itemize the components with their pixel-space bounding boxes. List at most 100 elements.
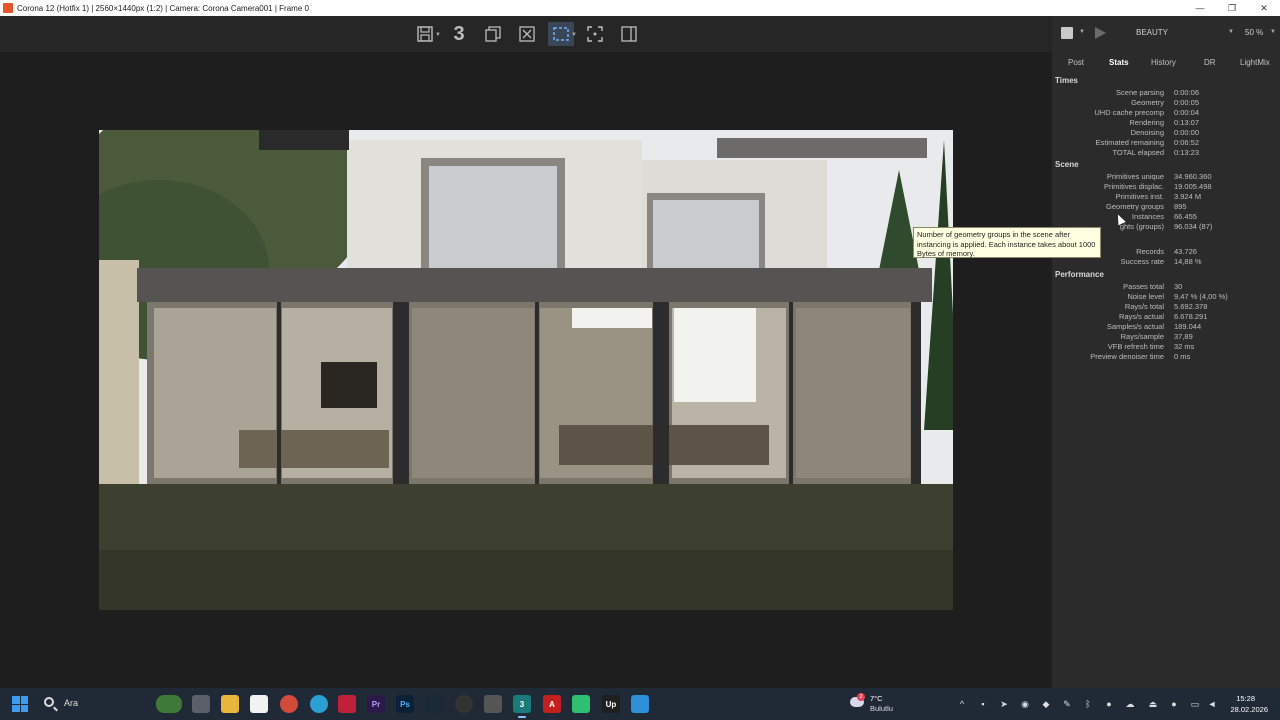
stat-row: Rendering 0:13:07 [1052,118,1280,128]
stat-row: Rays/sample 37,89 [1052,332,1280,342]
windows-start-icon[interactable] [12,696,28,712]
stat-value: 3.924 M [1174,192,1202,201]
copy-button[interactable] [480,22,506,46]
stat-row: Rays/s actual 6.678.291 [1052,312,1280,322]
3dsmax-app-icon[interactable]: 3 [513,695,531,718]
section-performance: Performance [1055,270,1104,279]
tray-telegram-icon[interactable]: ➤ [999,699,1009,709]
tray-app-icon[interactable]: ▪ [978,699,988,709]
tab-history[interactable]: History [1151,58,1176,67]
maximize-icon[interactable]: ❐ [1216,0,1248,16]
tab-dr[interactable]: DR [1204,58,1216,67]
weather-badge: 2 [857,693,865,701]
clock-time[interactable]: 15:28 [1236,694,1255,703]
chrome-icon[interactable] [280,695,298,713]
stat-label: Rays/s total [1124,302,1164,311]
vfb-side-panel: ▼ BEAUTY ▼ 50 % ▼ Post Stats History DR … [1052,16,1280,688]
copy-icon [485,26,501,42]
stat-label: Samples/s actual [1106,322,1164,331]
stat-label: Preview denoiser time [1090,352,1164,361]
3dsmax-button[interactable]: 3 [446,22,472,46]
stat-label: Primitives displac. [1103,182,1164,191]
chevron-down-icon[interactable]: ▼ [571,32,577,38]
tray-chrome-icon[interactable]: ◉ [1020,699,1030,709]
stat-value: 0:13:23 [1174,148,1200,157]
stop-icon[interactable] [1061,27,1073,39]
stat-row: Estimated remaining 0:06:52 [1052,138,1280,148]
stat-value: 34.960.360 [1174,172,1212,181]
obs-icon[interactable] [455,695,473,713]
render-viewport[interactable] [0,52,1052,688]
weather-temp[interactable]: 7°C [870,694,883,703]
tray-pen-icon[interactable]: ✎ [1062,699,1072,709]
search-icon[interactable] [44,697,54,707]
stat-row: Success rate 14,88 % [1052,257,1280,267]
chevron-down-icon[interactable]: ▼ [1228,29,1234,35]
stat-row: UHD cache precomp 0:00:04 [1052,108,1280,118]
stat-label: Geometry [1131,98,1164,107]
split-view-button[interactable] [616,22,642,46]
fit-view-icon [587,26,603,42]
stat-value: 6.678.291 [1174,312,1208,321]
volume-icon[interactable]: ◄ [1207,699,1217,709]
clock-date[interactable]: 28.02.2026 [1230,705,1268,714]
stat-row: VFB refresh time 32 ms [1052,342,1280,352]
stat-label: Estimated remaining [1095,138,1164,147]
tab-post[interactable]: Post [1068,58,1084,67]
stat-row[interactable]: Geometry groups 895 [1052,202,1280,212]
stat-row: TOTAL elapsed 0:13:23 [1052,148,1280,158]
taskbar-search-input[interactable]: Ara [64,698,78,708]
upwork-icon[interactable]: Up [602,695,620,713]
section-scene: Scene [1055,160,1079,169]
stat-row: Preview denoiser time 0 ms [1052,352,1280,362]
stat-value: 0:06:52 [1174,138,1200,147]
render-pass-select[interactable]: BEAUTY [1136,28,1168,37]
play-icon[interactable] [1095,27,1106,39]
tray-usb-icon[interactable]: ⏏ [1148,699,1158,709]
bluetooth-icon[interactable]: ᛒ [1083,699,1093,709]
acrobat-icon[interactable]: A [543,695,561,713]
tab-lightmix[interactable]: LightMix [1240,58,1270,67]
weather-desc[interactable]: Bulutlu [870,704,893,713]
tab-stats[interactable]: Stats [1109,58,1129,67]
photos-icon[interactable] [631,695,649,713]
microphone-icon[interactable]: ● [1169,699,1179,709]
stat-value: 96.034 (87) [1174,222,1213,231]
calculator-icon[interactable] [484,695,502,713]
app-red-icon[interactable] [338,695,356,713]
close-icon[interactable]: ✕ [1248,0,1280,16]
premiere-icon[interactable]: Pr [367,695,385,713]
stat-value: 32 ms [1174,342,1195,351]
chevron-down-icon[interactable]: ▼ [435,32,441,38]
tray-cloud-icon[interactable]: ☁ [1125,699,1135,709]
file-explorer-icon[interactable] [221,695,239,713]
chevron-down-icon[interactable]: ▼ [1079,29,1085,35]
save-button[interactable]: ▼ [412,22,441,46]
chevron-down-icon[interactable]: ▼ [1270,29,1276,35]
minimize-icon[interactable]: — [1184,0,1216,16]
steam-icon[interactable] [425,695,443,713]
stat-value: 14,88 % [1174,257,1202,266]
network-icon[interactable]: ▭ [1190,699,1200,709]
photoshop-icon[interactable]: Ps [396,695,414,713]
region-select-button[interactable]: ▼ [548,22,577,46]
clear-button[interactable] [514,22,540,46]
widgets-icon[interactable] [156,695,182,713]
fit-view-button[interactable] [582,22,608,46]
tray-steam-icon[interactable]: ● [1104,699,1114,709]
stat-row: Rays/s total 5.692.378 [1052,302,1280,312]
stat-value: 66.455 [1174,212,1197,221]
tray-nvidia-icon[interactable]: ◆ [1041,699,1051,709]
stat-label: Denoising [1130,128,1164,137]
zoom-select[interactable]: 50 % [1245,28,1263,37]
task-view-icon[interactable] [192,695,210,713]
stat-label: Geometry groups [1106,202,1164,211]
game-icon[interactable] [572,695,590,713]
section-times: Times [1055,76,1078,85]
stat-row: Scene parsing 0:00:06 [1052,88,1280,98]
stat-row: Instances 66.455 [1052,212,1280,222]
notepad-icon[interactable] [250,695,268,713]
stat-label: VFB refresh time [1107,342,1164,351]
telegram-icon[interactable] [310,695,328,713]
tray-chevron-icon[interactable]: ^ [957,699,967,709]
